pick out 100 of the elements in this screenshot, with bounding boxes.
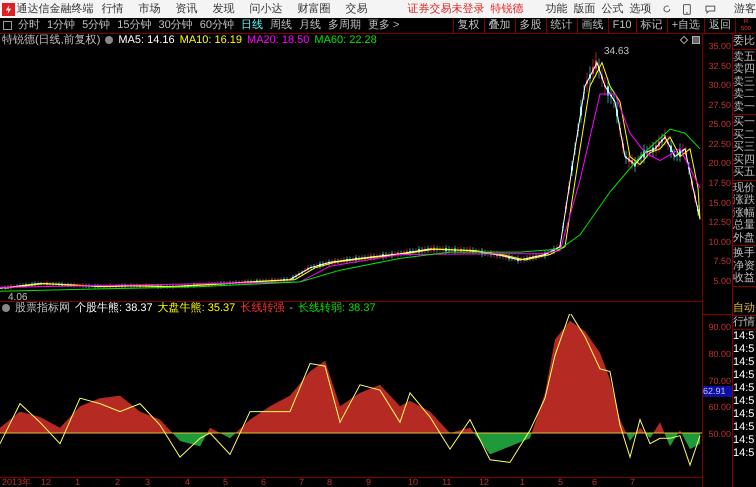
period-tab[interactable]: 30分钟 xyxy=(158,17,193,34)
indicator-tick: 50.00 xyxy=(708,429,731,439)
ma-value: MA5: 14.16 xyxy=(118,32,175,48)
quote-label: 换手 xyxy=(733,247,756,260)
menu-item[interactable]: 发现 xyxy=(212,0,235,18)
trade-time: 14:5 xyxy=(733,343,756,356)
trade-time: 14:5 xyxy=(733,356,756,369)
chart-title: 特锐德(日线,前复权) xyxy=(2,32,100,48)
period-tab[interactable]: 更多 > xyxy=(368,17,400,34)
toolbar-item[interactable]: 公式 xyxy=(602,0,624,18)
chart-tool-button[interactable]: 复权 xyxy=(452,18,484,33)
quote-label: 涨跌 xyxy=(733,194,756,206)
toolbar-item[interactable]: 功能 xyxy=(546,0,568,18)
refresh-icon[interactable] xyxy=(662,4,672,14)
trade-time: 14:5 xyxy=(733,382,756,395)
phone-icon[interactable] xyxy=(683,4,692,14)
mode-label[interactable]: 自动 xyxy=(733,302,756,316)
menu-item[interactable]: 交易 xyxy=(346,0,368,18)
indicator-value: 长线转弱: 38.37 xyxy=(298,300,376,316)
quote-tab[interactable]: 行情 xyxy=(733,316,756,330)
date-label: 7 xyxy=(630,476,636,487)
date-label: 11 xyxy=(442,476,452,487)
quote-label: 买一 xyxy=(733,116,756,128)
chart-tool-button[interactable]: 返回 xyxy=(704,18,735,33)
quote-label: 外盘 xyxy=(733,232,756,244)
quote-label: 现价 xyxy=(733,182,756,194)
indicator-tick: 80.00 xyxy=(708,348,731,359)
quote-label: 收益 xyxy=(733,272,756,284)
menu-item[interactable]: 行情 xyxy=(102,0,124,18)
ma-value: MA20: 18.50 xyxy=(247,32,310,48)
period-tab[interactable]: 60分钟 xyxy=(200,17,234,34)
chart-tool-button[interactable]: 画线 xyxy=(576,18,608,33)
date-label: 8 xyxy=(327,476,332,487)
period-tab[interactable]: 多周期 xyxy=(328,17,361,34)
message-icon[interactable] xyxy=(705,4,716,14)
quote-label: 净资 xyxy=(733,260,756,272)
login-status[interactable]: 证券交易未登录 xyxy=(408,0,485,18)
layout-icon[interactable] xyxy=(3,21,12,30)
price-tick: 15.00 xyxy=(708,198,731,208)
price-tick: 25.00 xyxy=(708,119,731,130)
indicator-tick: 60.00 xyxy=(708,402,731,412)
indicator-source: 股票指标网 xyxy=(15,300,70,316)
chart-tool-button[interactable]: 标记 xyxy=(636,18,667,33)
toolbar-item[interactable]: 选项 xyxy=(630,0,652,18)
indicator-tick: 90.00 xyxy=(708,322,731,332)
date-label: 3 xyxy=(145,476,150,487)
toolbar-item[interactable]: 版面 xyxy=(574,0,596,18)
date-label: 6 xyxy=(261,476,266,487)
period-tab[interactable]: 月线 xyxy=(299,17,321,34)
indicator-value: 个股牛熊: 38.37 xyxy=(75,300,153,316)
square-icon[interactable] xyxy=(692,36,700,44)
price-tick: 22.50 xyxy=(708,138,731,149)
chart-tool-button[interactable]: +自选 xyxy=(666,18,704,33)
period-tab[interactable]: 15分钟 xyxy=(117,17,152,34)
menu-item[interactable]: 问小达 xyxy=(250,0,283,18)
quote-label: 买四 xyxy=(733,154,756,166)
price-tick: 20.00 xyxy=(708,158,731,168)
trade-time: 14:5 xyxy=(733,330,756,343)
quote-label: 买三 xyxy=(733,141,756,154)
stock-name: 特锐德 xyxy=(490,2,524,17)
app-title: 通达信金融终端 xyxy=(16,2,94,17)
date-label: 4 xyxy=(185,476,190,487)
settings-icon[interactable] xyxy=(105,36,114,44)
quote-label: 委比 xyxy=(733,35,756,48)
indicator-value: - xyxy=(289,300,293,316)
user-label[interactable]: 游客 xyxy=(734,0,756,18)
chart-tool-button[interactable]: F10 xyxy=(608,18,636,33)
trade-time: 14:5 xyxy=(733,434,756,447)
date-label: 2013年 xyxy=(2,476,32,487)
date-label: 9 xyxy=(366,476,372,487)
date-label: 12 xyxy=(41,476,52,487)
ma-value: MA10: 16.19 xyxy=(180,32,242,48)
menu-item[interactable]: 财富圈 xyxy=(298,0,331,18)
date-label: 1 xyxy=(520,476,526,487)
trade-time: 14:5 xyxy=(733,395,756,408)
indicator-value: 长线转强 xyxy=(240,300,284,316)
chart-tool-button[interactable]: 统计 xyxy=(546,18,577,33)
low-price-label: 4.06 xyxy=(8,291,28,303)
indicator-icon[interactable] xyxy=(2,304,10,312)
ma-value: MA60: 22.28 xyxy=(314,32,377,48)
menu-item[interactable]: 市场 xyxy=(138,0,161,18)
high-price-label: 34.63 xyxy=(604,45,630,59)
quote-label: 总量 xyxy=(733,219,756,232)
price-tick: 17.50 xyxy=(708,178,731,188)
quote-label: 卖一 xyxy=(733,100,756,113)
date-label: 1 xyxy=(75,476,80,487)
chart-tool-button[interactable]: 多股 xyxy=(514,18,546,33)
period-tab[interactable]: 分时 xyxy=(18,17,40,34)
trade-time: 14:5 xyxy=(733,369,756,382)
period-tab[interactable]: 5分钟 xyxy=(82,17,110,34)
date-label: 12 xyxy=(479,476,490,487)
quote-label: 涨幅 xyxy=(733,206,756,219)
menu-item[interactable]: 资讯 xyxy=(176,0,198,18)
date-label: 5 xyxy=(558,476,564,487)
trade-time: 14:5 xyxy=(733,447,756,460)
period-tab[interactable]: 1分钟 xyxy=(47,17,76,34)
period-tab[interactable]: 日线 xyxy=(241,17,263,34)
period-tab[interactable]: 周线 xyxy=(270,17,292,34)
quote-label: 卖五 xyxy=(733,50,756,63)
chart-tool-button[interactable]: 叠加 xyxy=(484,18,515,33)
